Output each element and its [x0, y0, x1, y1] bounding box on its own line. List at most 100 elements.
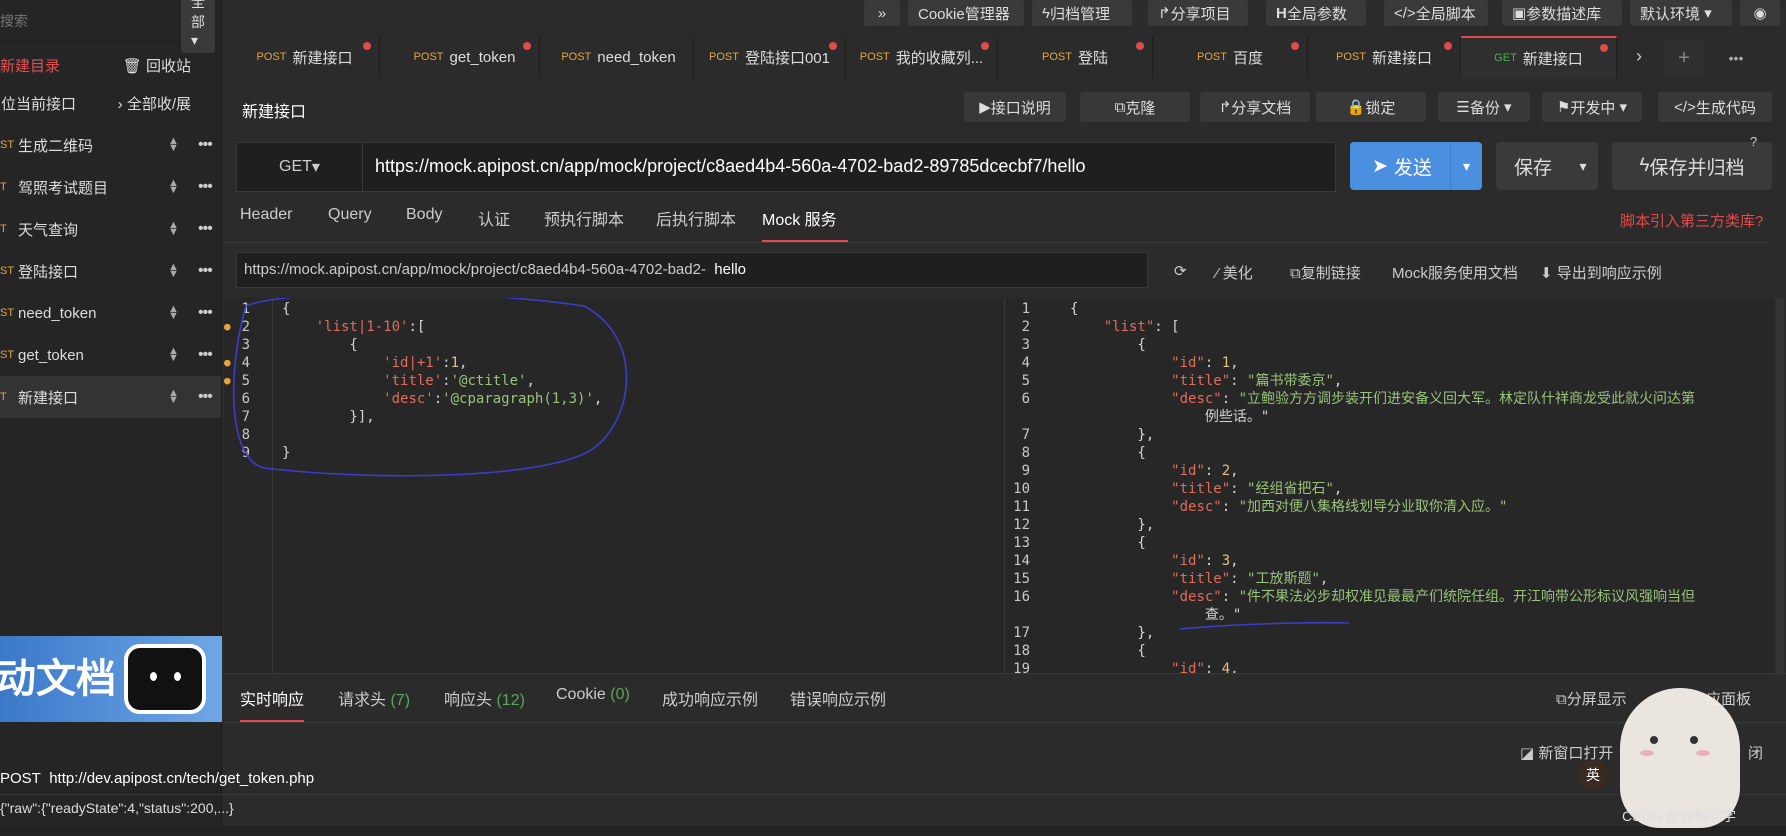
global-script-button[interactable]: </> 全局脚本	[1384, 0, 1488, 26]
status-select[interactable]: ⚑ 开发中 ▾	[1542, 92, 1642, 122]
gen-code-button[interactable]: </> 生成代码	[1658, 92, 1772, 122]
env-select[interactable]: 默认环境 ▾	[1630, 0, 1732, 26]
copy-icon: ⧉	[1290, 265, 1301, 282]
global-params-button[interactable]: H 全局参数	[1266, 0, 1366, 26]
recycle-bin-button[interactable]: 🗑 回收站	[123, 55, 191, 76]
new-window-button[interactable]: ◪ 新窗口打开	[1520, 742, 1613, 763]
sort-icon[interactable]: ▲ ▼	[168, 304, 179, 322]
more-icon[interactable]: •••	[198, 304, 213, 322]
more-icon[interactable]: •••	[198, 178, 213, 196]
tab-error-example[interactable]: 错误响应示例	[790, 686, 886, 722]
tree-item[interactable]: T 驾照考试题目 ▲ ▼ •••	[0, 166, 221, 208]
tab[interactable]: POST 登陆接口001	[694, 36, 846, 78]
mock-url-field[interactable]: https://mock.apipost.cn/app/mock/project…	[236, 252, 1148, 288]
tab[interactable]: POST 新建接口	[1308, 36, 1461, 78]
more-tabs-icon[interactable]: •••	[1716, 40, 1756, 76]
new-directory-button[interactable]: 新建目录	[0, 55, 60, 76]
mock-doc-link[interactable]: Mock服务使用文档	[1392, 262, 1518, 283]
share-project-button[interactable]: ↱ 分享项目	[1148, 0, 1248, 26]
url-input[interactable]: https://mock.apipost.cn/app/mock/project…	[375, 156, 1085, 177]
sort-icon[interactable]: ▲ ▼	[168, 346, 179, 364]
tree-item[interactable]: ST 登陆接口 ▲ ▼ •••	[0, 250, 221, 292]
sort-icon[interactable]: ▲ ▼	[168, 136, 179, 154]
clone-button[interactable]: ⧉ 克隆	[1080, 92, 1190, 122]
third-party-link[interactable]: 脚本引入第三方类库?	[1620, 210, 1763, 231]
more-icon[interactable]: •••	[198, 346, 213, 364]
tab[interactable]: POST get_token	[390, 36, 540, 78]
share-doc-button[interactable]: ↱ 分享文档	[1200, 92, 1310, 122]
sort-icon[interactable]: ▲ ▼	[168, 388, 179, 406]
send-button[interactable]: ➤ 发送 ▾	[1350, 142, 1482, 190]
method-tag: T	[0, 181, 7, 193]
save-dropdown-icon[interactable]: ▾	[1568, 158, 1598, 175]
expand-button[interactable]: »	[864, 0, 900, 26]
mock-preview[interactable]: 1{2 "list": [3 {4 "id": 1, 5 "title": "篇书…	[1004, 298, 1774, 673]
save-button[interactable]: 保存 ▾	[1496, 142, 1598, 190]
tab[interactable]: POST 新建接口	[230, 36, 380, 78]
sort-icon[interactable]: ▲ ▼	[168, 178, 179, 196]
more-icon[interactable]: •••	[198, 388, 213, 406]
tab-scroll-right-icon[interactable]: ›	[1636, 46, 1642, 67]
tab[interactable]: POST need_token	[544, 36, 694, 78]
new-window-label: 新窗口打开	[1538, 745, 1614, 762]
copy-link-button[interactable]: ⧉复制链接	[1290, 262, 1361, 283]
tree-item[interactable]: ST 生成二维码 ▲ ▼ •••	[0, 124, 221, 166]
tab-pre-script[interactable]: 预执行脚本	[544, 206, 624, 242]
tree-item[interactable]: ST need_token ▲ ▼ •••	[0, 292, 221, 334]
tab-post-script[interactable]: 后执行脚本	[656, 206, 736, 242]
eye-icon[interactable]: ◉	[1740, 0, 1780, 26]
tab-active[interactable]: GET 新建接口	[1461, 36, 1617, 78]
tree-item[interactable]: T 天气查询 ▲ ▼ •••	[0, 208, 221, 250]
log-entry[interactable]: POST http://dev.apipost.cn/tech/get_toke…	[0, 770, 314, 787]
caret-down-icon: ▾	[1704, 5, 1712, 22]
more-icon[interactable]: •••	[198, 220, 213, 238]
param-lib-button[interactable]: ▣ 参数描述库	[1502, 0, 1622, 26]
lock-button[interactable]: 🔒 锁定	[1316, 92, 1426, 122]
tab[interactable]: POST 我的收藏列...	[846, 36, 998, 78]
export-example-button[interactable]: ⬇ 导出到响应示例	[1540, 262, 1662, 283]
log-url: http://dev.apipost.cn/tech/get_token.php	[49, 770, 315, 787]
backup-button[interactable]: ☰ 备份 ▾	[1438, 92, 1530, 122]
tab-request-headers[interactable]: 请求头 (7)	[338, 686, 410, 722]
sort-icon[interactable]: ▲ ▼	[168, 220, 179, 238]
tab-cookie[interactable]: Cookie (0)	[556, 686, 630, 722]
archive-button[interactable]: ϟ 归档管理	[1032, 0, 1132, 26]
tab[interactable]: POST 登陆	[998, 36, 1153, 78]
filter-dropdown[interactable]: 全部 ▾	[181, 0, 215, 53]
locate-current-button[interactable]: 定位当前接口	[0, 93, 76, 114]
more-icon[interactable]: •••	[198, 262, 213, 280]
tab-response-headers[interactable]: 响应头 (12)	[444, 686, 525, 722]
tree-item-active[interactable]: T 新建接口 ▲ ▼ •••	[0, 376, 221, 418]
send-dropdown-icon[interactable]: ▾	[1450, 142, 1482, 190]
caret-down-icon: ▾	[191, 32, 199, 48]
save-archive-button[interactable]: ϟ 保存并归档	[1612, 142, 1772, 190]
new-tab-icon[interactable]: +	[1664, 40, 1704, 76]
split-view-button[interactable]: ⧉分屏显示	[1556, 688, 1627, 709]
tab-body[interactable]: Body	[406, 206, 442, 242]
method-select[interactable]: GET ▾	[237, 143, 363, 191]
beautify-button[interactable]: ⁄ 美化	[1216, 262, 1253, 283]
scrollbar[interactable]	[1776, 298, 1784, 673]
tree-item[interactable]: ST get_token ▲ ▼ •••	[0, 334, 221, 376]
cookie-manager-button[interactable]: Cookie管理器	[908, 0, 1024, 26]
tab-auth[interactable]: 认证	[478, 206, 510, 242]
search-input[interactable]	[0, 12, 181, 29]
ime-badge[interactable]: 英	[1578, 760, 1608, 790]
tab-query[interactable]: Query	[328, 206, 372, 242]
tab-header[interactable]: Header	[240, 206, 292, 242]
mock-editor[interactable]: 1{● 2 'list|1-10':[3 {● 4 'id|+1':1, ● 5 'ti…	[224, 298, 1004, 673]
lock-icon: 🔒	[1346, 99, 1366, 116]
refresh-icon[interactable]: ⟳	[1174, 262, 1187, 280]
close-button[interactable]: 闭	[1748, 742, 1763, 763]
sort-icon[interactable]: ▲ ▼	[168, 262, 179, 280]
promo-banner[interactable]: 动文档	[0, 636, 222, 722]
tab-realtime-response[interactable]: 实时响应	[240, 686, 305, 722]
tab[interactable]: POST 百度	[1153, 36, 1308, 78]
more-icon[interactable]: •••	[198, 136, 213, 154]
api-doc-button[interactable]: ▶ 接口说明	[964, 92, 1066, 122]
collapse-all-button[interactable]: › 全部收/展	[118, 93, 191, 114]
method-tag: T	[0, 391, 7, 403]
tab-success-example[interactable]: 成功响应示例	[662, 686, 758, 722]
help-icon[interactable]: ?	[1750, 134, 1757, 149]
tab-mock[interactable]: Mock 服务	[762, 206, 848, 242]
